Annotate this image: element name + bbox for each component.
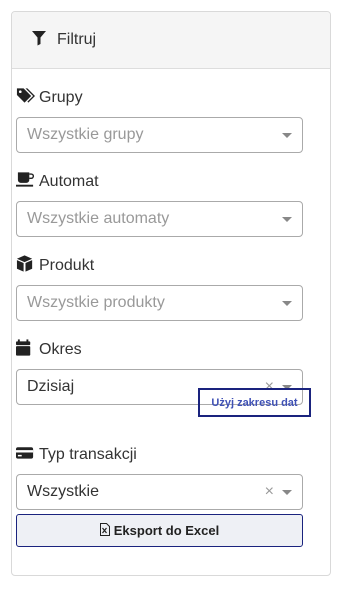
chevron-down-icon <box>282 301 292 306</box>
machine-select-value: Wszystkie automaty <box>27 210 170 227</box>
machine-select[interactable]: Wszystkie automaty <box>16 201 303 237</box>
machine-label: Automat <box>16 171 99 193</box>
product-label-text: Produkt <box>39 257 95 274</box>
box-icon <box>16 255 39 277</box>
groups-select-value: Wszystkie grupy <box>27 126 144 143</box>
groups-label-text: Grupy <box>39 89 83 106</box>
groups-label: Grupy <box>16 87 83 109</box>
chevron-down-icon <box>282 133 292 138</box>
export-excel-button[interactable]: Eksport do Excel <box>16 514 303 547</box>
filter-icon <box>31 30 47 51</box>
product-label: Produkt <box>16 255 94 277</box>
product-select-value: Wszystkie produkty <box>27 294 165 311</box>
transaction-type-label-text: Typ transakcji <box>39 446 137 463</box>
period-label: Okres <box>16 339 82 361</box>
tags-icon <box>16 87 39 109</box>
period-label-text: Okres <box>39 341 82 358</box>
panel-header: Filtruj <box>12 12 330 69</box>
transaction-type-select[interactable]: Wszystkie × <box>16 474 303 510</box>
file-excel-icon <box>99 522 114 539</box>
groups-select[interactable]: Wszystkie grupy <box>16 117 303 153</box>
use-date-range-link[interactable]: Użyj zakresu dat <box>198 388 311 417</box>
machine-label-text: Automat <box>39 173 99 190</box>
coffee-icon <box>16 171 39 193</box>
panel-title: Filtruj <box>57 31 97 48</box>
credit-card-icon <box>16 444 39 466</box>
clear-icon[interactable]: × <box>265 475 274 509</box>
export-button-label: Eksport do Excel <box>113 523 220 538</box>
transaction-type-select-value: Wszystkie <box>27 483 99 500</box>
calendar-icon <box>16 339 39 361</box>
product-select[interactable]: Wszystkie produkty <box>16 285 303 321</box>
chevron-down-icon <box>282 490 292 495</box>
period-select-value: Dzisiaj <box>27 378 75 395</box>
chevron-down-icon <box>282 217 292 222</box>
transaction-type-label: Typ transakcji <box>16 444 137 466</box>
